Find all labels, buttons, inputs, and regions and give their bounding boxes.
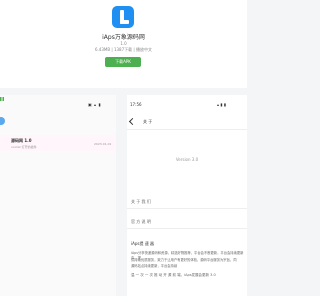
body-text: 供持续优质服务，致力于让用户有更好的体验，源码平台服务为宗旨，同 bbox=[131, 258, 237, 262]
list-item-title: 源码网 1.0 bbox=[11, 138, 32, 143]
screenshot-left: ▣ ▴ ▮ 源码网 1.0 vcolist 打开的插件 2023-01-01 bbox=[0, 95, 116, 296]
app-meta: 6.43MB | 1387下载 | 播放中文 bbox=[94, 47, 153, 52]
page-title: 关 于 bbox=[143, 119, 153, 124]
about-us-row[interactable]: 关 于 我 们 bbox=[131, 199, 151, 205]
app-logo-icon bbox=[112, 6, 134, 28]
divider bbox=[127, 129, 247, 130]
version-text: Version 3.0 bbox=[175, 157, 199, 162]
back-arrow-icon[interactable] bbox=[128, 117, 137, 126]
footer-text: 温 一 次 一 次 推 动 开 源 前 端，iAps发展会更新 3.0 bbox=[131, 273, 216, 277]
list-item-subtitle: vcolist 打开的插件 bbox=[11, 145, 37, 149]
official-notice-row[interactable]: 官 方 说 明 bbox=[131, 219, 151, 225]
body-text: 源码站点持续更新，平台会持续 bbox=[131, 264, 178, 268]
screenshot-right: 17:56 ▴ ▮ ▮ 关 于 Version 3.0 关 于 我 们 官 方 … bbox=[127, 95, 247, 296]
section-title: iAps提 速 器 bbox=[131, 241, 155, 246]
app-header: iAps万象源码网 1.0 6.43MB | 1387下载 | 播放中文 下载A… bbox=[0, 0, 247, 88]
avatar bbox=[0, 117, 5, 125]
grid-icon bbox=[0, 97, 4, 101]
status-icons: ▴ ▮ ▮ bbox=[217, 102, 226, 107]
divider bbox=[127, 228, 247, 229]
app-version: 1.0 bbox=[120, 41, 127, 46]
status-time: 17:56 bbox=[130, 102, 142, 107]
download-apk-button[interactable]: 下载APK bbox=[105, 57, 141, 67]
status-icons: ▣ ▴ ▮ bbox=[88, 102, 102, 107]
app-name: iAps万象源码网 bbox=[102, 34, 145, 41]
divider bbox=[127, 208, 247, 209]
list-item-time: 2023-01-01 bbox=[94, 142, 112, 146]
list-item[interactable]: 源码网 1.0 vcolist 打开的插件 2023-01-01 bbox=[0, 135, 116, 151]
